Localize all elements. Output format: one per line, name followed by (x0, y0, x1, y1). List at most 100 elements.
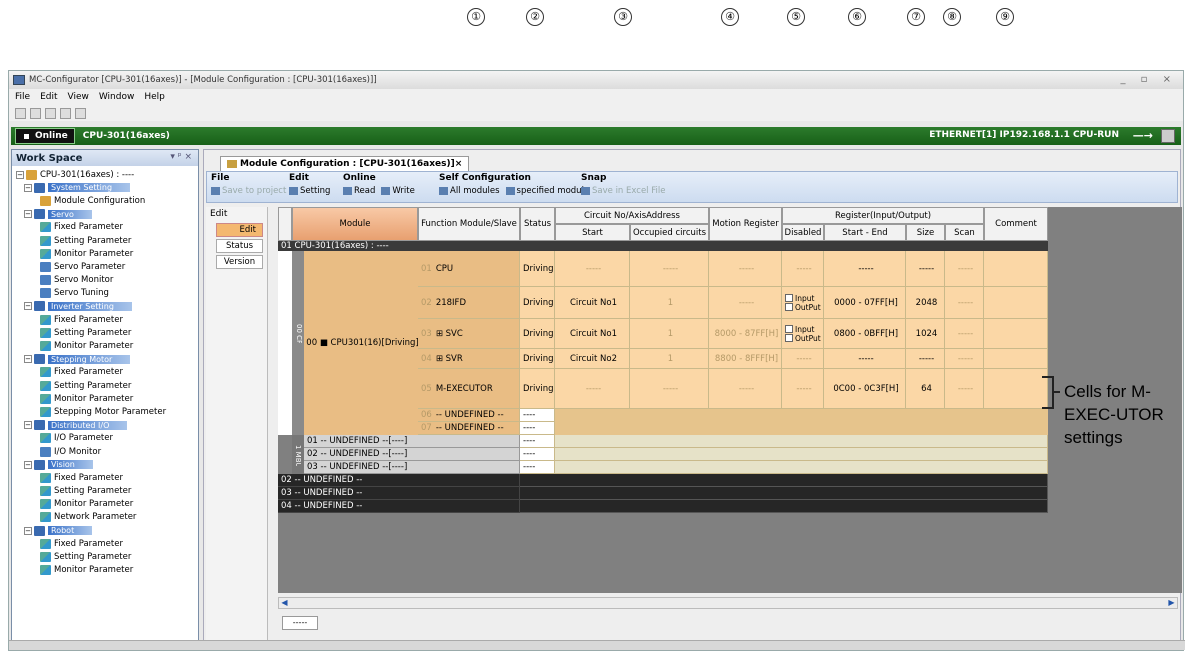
function-module-cell[interactable]: 05 M-EXECUTOR (418, 369, 520, 409)
occupied-circuits-cell[interactable]: 1 (630, 319, 709, 349)
status-cell[interactable]: Driving (520, 287, 555, 319)
mbu-status-cell[interactable]: ---- (520, 448, 555, 461)
tab-module-configuration[interactable]: Module Configuration : [CPU-301(16axes)]… (220, 156, 470, 171)
register-size-cell[interactable]: 64 (906, 369, 945, 409)
setting-button[interactable]: Setting (289, 186, 330, 196)
save-to-project-button[interactable]: Save to project (211, 186, 286, 196)
tree-item[interactable]: Fixed Parameter (14, 313, 196, 326)
status-mode-button[interactable]: Status (216, 239, 263, 253)
collapse-icon[interactable]: − (24, 421, 32, 430)
tree-item[interactable]: Setting Parameter (14, 550, 196, 563)
tree-item[interactable]: Monitor Parameter (14, 247, 196, 260)
tree-item[interactable]: Fixed Parameter (14, 537, 196, 550)
tree-item[interactable]: − Stepping Motor (14, 353, 196, 366)
connection-icon[interactable] (1161, 129, 1175, 143)
comment-cell[interactable] (984, 349, 1048, 369)
tree-item[interactable]: Fixed Parameter (14, 366, 196, 379)
comment-cell[interactable] (984, 369, 1048, 409)
window-controls[interactable]: _ ▫ × (1120, 74, 1177, 85)
tree-item[interactable]: Setting Parameter (14, 326, 196, 339)
read-button[interactable]: Read (343, 186, 375, 196)
column-header-occupied[interactable]: Occupied circuits (630, 224, 709, 241)
version-mode-button[interactable]: Version (216, 255, 263, 269)
tree-item[interactable]: − Robot (14, 524, 196, 537)
scroll-right-icon[interactable]: ▶ (1166, 598, 1177, 608)
mbu-status-cell[interactable]: ---- (520, 461, 555, 474)
disabled-cell[interactable]: ----- (782, 251, 824, 287)
collapse-icon[interactable]: − (24, 460, 32, 469)
circuit-start-cell[interactable]: ----- (555, 251, 630, 287)
register-range-cell[interactable]: ----- (824, 251, 906, 287)
copy-icon[interactable] (45, 107, 56, 119)
column-header-module[interactable]: Module (292, 207, 418, 241)
column-header-status[interactable]: Status (520, 207, 555, 241)
save-icon[interactable] (15, 107, 26, 119)
tree-item[interactable]: Servo Parameter (14, 260, 196, 273)
column-header-comment[interactable]: Comment (984, 207, 1048, 241)
status-cell[interactable]: ---- (520, 422, 555, 435)
menu-help[interactable]: Help (144, 92, 165, 102)
column-header-start-end[interactable]: Start - End (824, 224, 906, 241)
comment-cell[interactable] (984, 319, 1048, 349)
panel-pin-controls[interactable]: ▾ ᵖ × (170, 152, 192, 162)
tree-item[interactable]: I/O Parameter (14, 432, 196, 445)
write-button[interactable]: Write (381, 186, 414, 196)
disabled-cell[interactable]: ----- (782, 369, 824, 409)
motion-register-cell[interactable]: 8000 - 87FF[H] (709, 319, 782, 349)
comment-cell[interactable] (984, 251, 1048, 287)
scan-cell[interactable]: ----- (945, 349, 984, 369)
bottom-sheet-tab[interactable]: ----- (282, 616, 318, 630)
function-module-cell[interactable]: 04 ⊞ SVR (418, 349, 520, 369)
register-range-cell[interactable]: ----- (824, 349, 906, 369)
register-range-cell[interactable]: 0000 - 07FF[H] (824, 287, 906, 319)
status-cell[interactable]: Driving (520, 369, 555, 409)
rack-row[interactable]: 01 CPU-301(16axes) : ---- (278, 241, 1048, 251)
scan-cell[interactable]: ----- (945, 287, 984, 319)
tree-item[interactable]: Monitor Parameter (14, 339, 196, 352)
function-module-cell[interactable]: 01 CPU (418, 251, 520, 287)
paste-icon[interactable] (60, 107, 71, 119)
status-cell[interactable]: Driving (520, 319, 555, 349)
tree-item[interactable]: Module Configuration (14, 194, 196, 207)
register-size-cell[interactable]: 2048 (906, 287, 945, 319)
tree-item[interactable]: Fixed Parameter (14, 471, 196, 484)
register-range-cell[interactable]: 0800 - 0BFF[H] (824, 319, 906, 349)
mbu-slot-cell[interactable]: 02 -- UNDEFINED --[----] (304, 448, 520, 461)
edit-mode-button[interactable]: Edit (216, 223, 263, 237)
tree-item[interactable]: − System Setting (14, 181, 196, 194)
function-module-cell[interactable]: 07 -- UNDEFINED -- (418, 422, 520, 435)
all-modules-button[interactable]: All modules (439, 186, 500, 196)
tree-item[interactable]: − Vision (14, 458, 196, 471)
column-header-disabled[interactable]: Disabled (782, 224, 824, 241)
motion-register-cell[interactable]: 8800 - 8FFF[H] (709, 349, 782, 369)
undefined-rack-row[interactable]: 02 -- UNDEFINED -- (278, 474, 520, 487)
tree-item[interactable]: − Inverter Setting (14, 300, 196, 313)
tree-item[interactable]: − Servo (14, 208, 196, 221)
tree-item[interactable]: Network Parameter (14, 511, 196, 524)
collapse-icon[interactable]: − (24, 302, 32, 311)
disabled-cell[interactable]: Input OutPut (782, 319, 824, 349)
tree-item[interactable]: − CPU-301(16axes) : ---- (14, 168, 196, 181)
mbu-status-cell[interactable]: ---- (520, 435, 555, 448)
column-header-function[interactable]: Function Module/Slave (418, 207, 520, 241)
menu-edit[interactable]: Edit (40, 92, 57, 102)
circuit-start-cell[interactable]: Circuit No1 (555, 287, 630, 319)
undefined-rack-row[interactable]: 04 -- UNDEFINED -- (278, 500, 520, 513)
column-header-scan[interactable]: Scan (945, 224, 984, 241)
tree-item[interactable]: Setting Parameter (14, 485, 196, 498)
circuit-start-cell[interactable]: Circuit No2 (555, 349, 630, 369)
menu-window[interactable]: Window (99, 92, 135, 102)
tree-item[interactable]: Servo Tuning (14, 287, 196, 300)
tree-item[interactable]: Fixed Parameter (14, 221, 196, 234)
collapse-icon[interactable]: − (24, 526, 32, 535)
column-header-size[interactable]: Size (906, 224, 945, 241)
mbu-slot-cell[interactable]: 01 -- UNDEFINED --[----] (304, 435, 520, 448)
motion-register-cell[interactable]: ----- (709, 369, 782, 409)
menu-view[interactable]: View (68, 92, 89, 102)
undefined-rack-row[interactable]: 03 -- UNDEFINED -- (278, 487, 520, 500)
tree-item[interactable]: Setting Parameter (14, 379, 196, 392)
collapse-icon[interactable]: − (16, 170, 24, 179)
horizontal-scrollbar[interactable]: ◀ ▶ (278, 597, 1178, 609)
motion-register-cell[interactable]: ----- (709, 251, 782, 287)
save-in-excel-button[interactable]: Save in Excel File (581, 186, 665, 196)
